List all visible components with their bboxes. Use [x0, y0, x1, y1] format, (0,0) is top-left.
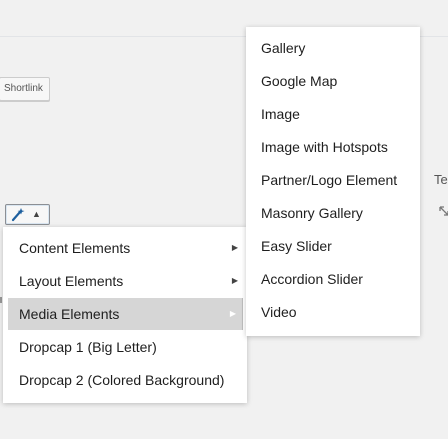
submenu-item-easy-slider[interactable]: Easy Slider — [246, 230, 420, 262]
column-edge-marker — [0, 297, 2, 303]
media-elements-submenu: Gallery Google Map Image Image with Hots… — [246, 27, 420, 336]
menu-item-layout-elements[interactable]: Layout Elements ▶ — [3, 265, 247, 297]
submenu-arrow-icon: ▶ — [231, 243, 238, 252]
submenu-item-accordion-slider[interactable]: Accordion Slider — [246, 263, 420, 295]
menu-item-dropcap-colored-background[interactable]: Dropcap 2 (Colored Background) — [3, 364, 247, 396]
submenu-item-partner-logo-element[interactable]: Partner/Logo Element — [246, 164, 420, 196]
submenu-arrow-icon: ▶ — [231, 276, 238, 285]
shortlink-button[interactable]: Shortlink — [0, 77, 50, 101]
caret-up-icon: ▲ — [32, 209, 41, 219]
submenu-item-image[interactable]: Image — [246, 98, 420, 130]
submenu-item-video[interactable]: Video — [246, 296, 420, 328]
shortcode-menu: Content Elements ▶ Layout Elements ▶ Med… — [3, 227, 247, 403]
submenu-item-gallery[interactable]: Gallery — [246, 32, 420, 64]
menu-item-media-elements[interactable]: Media Elements ▶ — [8, 298, 243, 330]
shortcode-dropdown-button[interactable]: ▲ — [5, 204, 50, 225]
menu-item-content-elements[interactable]: Content Elements ▶ — [3, 232, 247, 264]
menu-item-dropcap-big-letter[interactable]: Dropcap 1 (Big Letter) — [3, 331, 247, 363]
menu-item-label: Content Elements — [19, 240, 131, 256]
menu-item-label: Dropcap 2 (Colored Background) — [19, 372, 225, 388]
submenu-item-masonry-gallery[interactable]: Masonry Gallery — [246, 197, 420, 229]
submenu-arrow-icon: ▶ — [229, 309, 236, 318]
menu-item-label: Media Elements — [19, 306, 120, 322]
menu-item-label: Layout Elements — [19, 273, 124, 289]
expand-icon[interactable] — [438, 205, 448, 217]
submenu-item-image-with-hotspots[interactable]: Image with Hotspots — [246, 131, 420, 163]
menu-item-label: Dropcap 1 (Big Letter) — [19, 339, 157, 355]
submenu-item-google-map[interactable]: Google Map — [246, 65, 420, 97]
magic-wand-icon — [11, 208, 25, 222]
text-tab-partial[interactable]: Te — [434, 172, 448, 187]
